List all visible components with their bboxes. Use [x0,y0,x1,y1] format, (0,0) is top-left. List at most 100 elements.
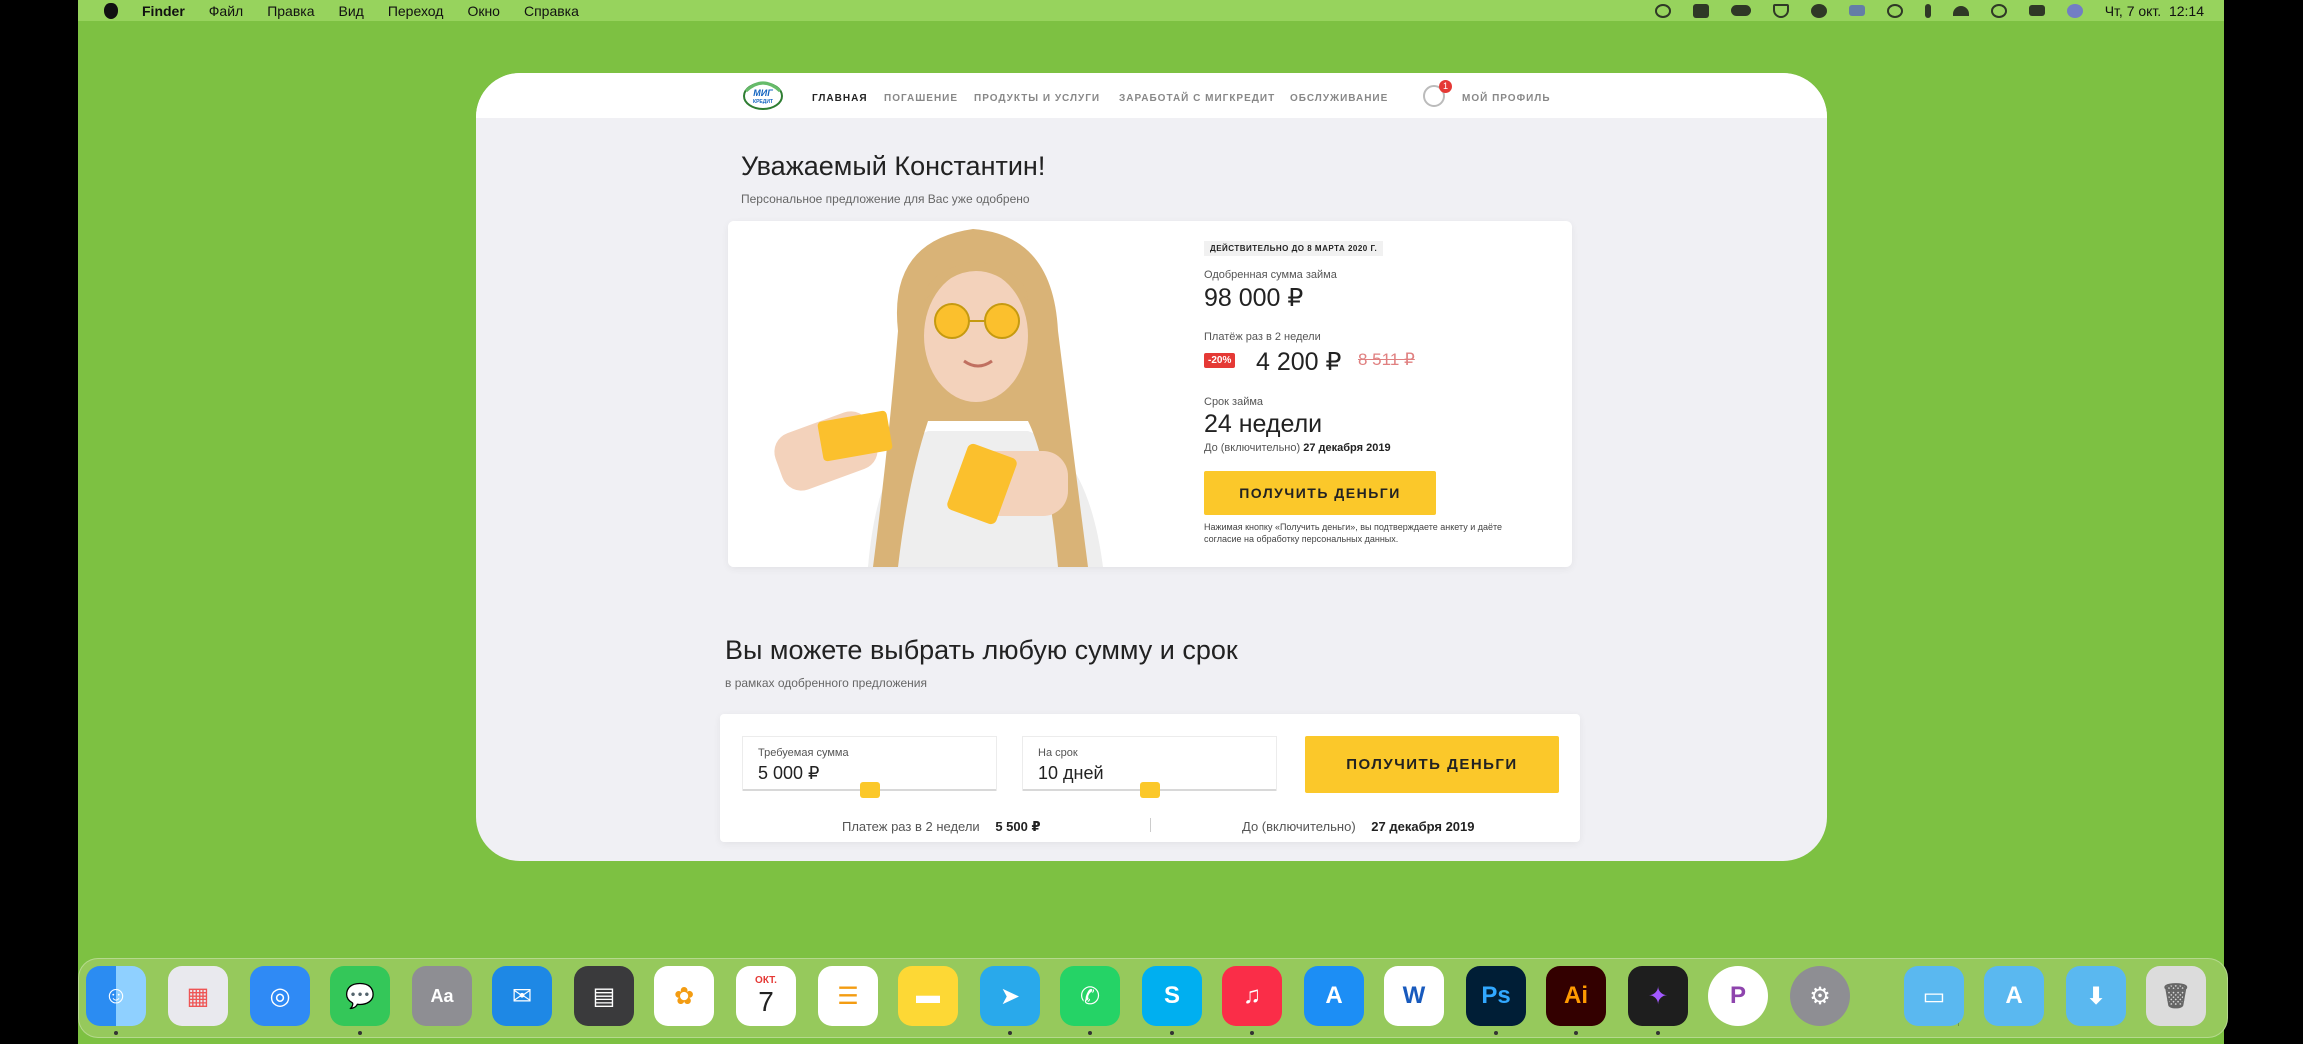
photos-icon[interactable]: ✿ [654,966,714,1026]
photoshop-icon[interactable]: Ps [1466,966,1526,1026]
calculator-subtitle: в рамках одобренного предложения [725,676,927,690]
bluetooth-icon[interactable] [1924,3,1931,18]
menu-help[interactable]: Справка [524,3,579,19]
dock: ☺ ▦ ◎ 💬 Aa ✉ ▤ ✿ ОКТ. 7 ☰ ▬ ➤ ✆ S ♫ A W … [78,958,2228,1038]
menu-go[interactable]: Переход [388,3,444,19]
calc-until-label: До (включительно) [1242,819,1356,834]
calculator-title: Вы можете выбрать любую сумму и срок [725,635,1238,665]
menu-bar: Finder Файл Правка Вид Переход Окно Спра… [78,0,2224,21]
nav-products[interactable]: ПРОДУКТЫ И УСЛУГИ [974,93,1100,104]
running-indicator [1574,1031,1578,1035]
nav-home[interactable]: ГЛАВНАЯ [812,93,868,104]
telegram-tray-icon[interactable] [1810,3,1827,18]
calc-until: До (включительно) 27 декабря 2019 [1242,819,1475,834]
downloads-folder-icon[interactable]: ⬇ [2066,966,2126,1026]
menu-file[interactable]: Файл [209,3,243,19]
site-header: МИГ КРЕДИТ ГЛАВНАЯ ПОГАШЕНИЕ ПРОДУКТЫ И … [476,73,1827,118]
us-flag-icon[interactable] [1848,5,1865,16]
folder-icon[interactable]: ▭ [1904,966,1964,1026]
running-indicator [1170,1031,1174,1035]
calc-payment-label: Платеж раз в 2 недели [842,819,980,834]
music-icon[interactable]: ♫ [1222,966,1282,1026]
woman-with-phone-photo [728,221,1168,567]
nav-service[interactable]: ОБСЛУЖИВАНИЕ [1290,93,1388,104]
calc-term-value: 10 дней [1038,763,1104,783]
siri-icon[interactable] [2066,3,2083,18]
nav-repayment[interactable]: ПОГАШЕНИЕ [884,93,958,104]
running-indicator [1656,1031,1660,1035]
nav-earn[interactable]: ЗАРАБОТАЙ С МИГКРЕДИТ [1119,93,1275,104]
menu-edit[interactable]: Правка [267,3,314,19]
svg-text:КРЕДИТ: КРЕДИТ [753,99,773,105]
notification-badge: 1 [1439,80,1452,93]
calc-payment-value: 5 500 ₽ [995,819,1041,834]
payment-label: Платёж раз в 2 недели [1204,331,1321,343]
checkbox-app-icon[interactable] [1692,3,1709,18]
offer-card: ДЕЙСТВИТЕЛЬНО ДО 8 МАРТА 2020 Г. Одобрен… [728,221,1572,567]
menu-view[interactable]: Вид [339,3,364,19]
svg-text:МИГ: МИГ [753,88,773,98]
loan-calculator: Требуемая сумма 5 000 ₽ На срок 10 дней … [720,714,1580,842]
word-icon[interactable]: W [1384,966,1444,1026]
finder-icon[interactable]: ☺ [86,966,146,1026]
calc-term-label: На срок [1038,747,1078,759]
notes-icon[interactable]: ▬ [898,966,958,1026]
figma-icon[interactable]: ✦ [1628,966,1688,1026]
discount-badge: -20% [1204,353,1236,368]
greeting-subtitle: Персональное предложение для Вас уже одо… [741,192,1030,206]
applications-folder-icon[interactable]: A [1984,966,2044,1026]
old-payment-value: 8 511 ₽ [1358,350,1415,369]
skype-icon[interactable]: S [1142,966,1202,1026]
calc-amount-value: 5 000 ₽ [758,763,820,783]
control-center-icon[interactable] [2028,5,2045,16]
play-icon[interactable] [1886,3,1903,18]
mail-icon[interactable]: ✉ [492,966,552,1026]
calc-divider [1150,818,1151,832]
safari-icon[interactable]: ◎ [250,966,310,1026]
app-store-icon[interactable]: A [1304,966,1364,1026]
amount-slider-handle[interactable] [860,782,880,798]
calc-until-value: 27 декабря 2019 [1371,819,1475,834]
payment-value: 4 200 ₽ [1256,348,1342,376]
shield-icon[interactable] [1772,3,1789,18]
font-book-icon[interactable]: Aa [412,966,472,1026]
amount-value: 98 000 ₽ [1204,284,1304,312]
greeting-title: Уважаемый Константин! [741,151,1046,181]
term-slider-handle[interactable] [1140,782,1160,798]
calculator-icon[interactable]: ▤ [574,966,634,1026]
menu-app-name[interactable]: Finder [142,3,185,19]
nav-profile[interactable]: МОЙ ПРОФИЛЬ [1462,93,1551,104]
offer-valid-badge: ДЕЙСТВИТЕЛЬНО ДО 8 МАРТА 2020 Г. [1204,241,1384,256]
calc-amount-label: Требуемая сумма [758,747,849,759]
whatsapp-icon[interactable]: ✆ [1060,966,1120,1026]
creative-cloud-icon[interactable] [1654,3,1671,18]
illustrator-icon[interactable]: Ai [1546,966,1606,1026]
reminders-icon[interactable]: ☰ [818,966,878,1026]
apple-menu-icon[interactable] [104,2,118,19]
migkredit-logo[interactable]: МИГ КРЕДИТ [742,77,784,113]
term-slider-field[interactable]: На срок 10 дней [1022,736,1277,798]
consent-note: Нажимая кнопку «Получить деньги», вы под… [1204,522,1503,544]
offer-until-label: До (включительно) [1204,442,1301,454]
menu-clock[interactable]: Чт, 7 окт. 12:14 [2105,3,2204,19]
calendar-icon[interactable]: ОКТ. 7 [736,966,796,1026]
running-indicator [1250,1031,1254,1035]
system-preferences-icon[interactable]: ⚙ [1790,966,1850,1026]
calc-get-money-button[interactable]: ПОЛУЧИТЬ ДЕНЬГИ [1305,736,1559,793]
calendar-day: 7 [758,985,774,1017]
amount-slider-field[interactable]: Требуемая сумма 5 000 ₽ [742,736,997,798]
wifi-icon[interactable] [1952,5,1969,16]
pastebot-icon[interactable]: P [1708,966,1768,1026]
running-indicator [358,1031,362,1035]
telegram-icon[interactable]: ➤ [980,966,1040,1026]
messages-icon[interactable]: 💬 [330,966,390,1026]
get-money-button[interactable]: ПОЛУЧИТЬ ДЕНЬГИ [1204,471,1436,515]
launchpad-icon[interactable]: ▦ [168,966,228,1026]
calc-payment: Платеж раз в 2 недели 5 500 ₽ [842,819,1041,835]
trash-icon[interactable]: 🗑 [2146,966,2206,1026]
menu-window[interactable]: Окно [467,3,500,19]
term-value: 24 недели [1204,410,1323,438]
offer-until: До (включительно) 27 декабря 2019 [1204,442,1391,454]
icloud-icon[interactable] [1730,5,1751,16]
search-icon[interactable] [1990,3,2007,18]
